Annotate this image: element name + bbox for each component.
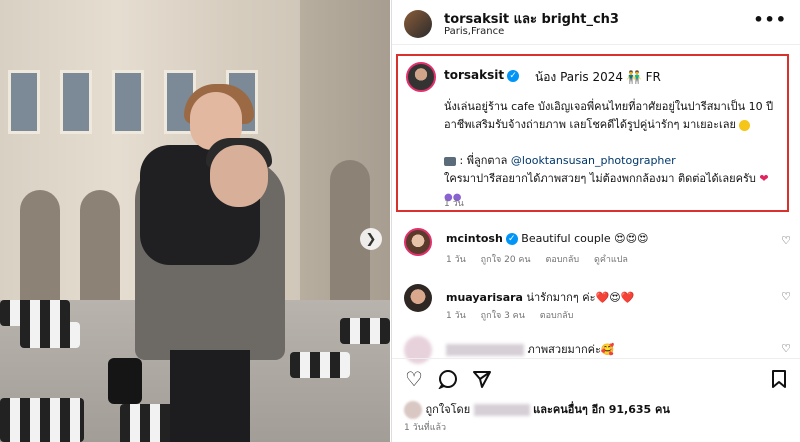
caption-line: อาชีพเสริมรับจ้างถ่ายภาพ เลยโชคดีได้รูปค… (444, 118, 736, 131)
instagram-post-view: ❯ torsaksit และ bright_ch3 Paris,France … (0, 0, 800, 442)
caption-credit: : พี่ลูกตาล @looktansusan_photographer (444, 152, 779, 170)
caption-body: นั่งเล่นอยู่ร้าน cafe บังเอิญเจอพี่คนไทย… (444, 98, 779, 207)
comment-item: mcintosh ✓ Beautiful couple 😍😍😍 1 วัน ถูก… (392, 228, 800, 288)
grinning-emoji-icon (739, 119, 751, 131)
comment-time: 1 วัน (446, 255, 466, 265)
comment-time: 1 วัน (446, 311, 466, 321)
heart-emoji-icon: ❤ (759, 172, 769, 185)
caption-username[interactable]: torsaksit (444, 68, 504, 82)
comment-likes[interactable]: ถูกใจ 3 คน (481, 311, 525, 321)
caption-emoji-row: ●● (444, 188, 779, 207)
arch (20, 190, 60, 300)
caption-author-avatar[interactable] (406, 62, 436, 92)
comment-meta: 1 วัน ถูกใจ 20 คน ตอบกลับ ดูคำแปล (446, 252, 640, 266)
striped-column (20, 322, 80, 348)
send-icon[interactable] (470, 367, 494, 391)
action-bar: ♡ (392, 358, 800, 399)
commenter-username[interactable]: muayarisara (446, 291, 523, 304)
author-avatar[interactable] (404, 10, 432, 38)
likes-suffix: และคนอื่นๆ อีก 91,635 คน (533, 403, 670, 416)
man-face (210, 145, 268, 207)
comment-text-line: ภาพสวยมากค่ะ🥰 (446, 340, 615, 358)
comment-svg (438, 370, 457, 389)
woman-boot (108, 358, 142, 404)
camera-icon (444, 156, 456, 166)
comment-likes[interactable]: ถูกใจ 20 คน (481, 255, 531, 265)
caption-time: 1 วัน (444, 199, 464, 209)
striped-column (0, 398, 84, 442)
commenter-avatar[interactable] (404, 228, 432, 256)
man-legs (170, 350, 250, 442)
window (8, 70, 40, 134)
comment-text-line: mcintosh ✓ Beautiful couple 😍😍😍 (446, 232, 649, 245)
post-photo[interactable]: ❯ (0, 0, 390, 442)
arch (80, 190, 120, 300)
verified-badge-icon: ✓ (505, 233, 518, 245)
window (112, 70, 144, 134)
commenter-avatar[interactable] (404, 284, 432, 312)
post-time-ago: 1 วันที่แล้ว (404, 423, 447, 433)
comment-text: น่ารักมากๆ ค่ะ❤️😍❤️ (526, 291, 635, 304)
reply-button[interactable]: ตอบกลับ (540, 311, 574, 321)
comment-meta: 1 วัน ถูกใจ 3 คน ตอบกลับ (446, 308, 585, 322)
photographer-mention-link[interactable]: @looktansusan_photographer (511, 154, 676, 167)
striped-column (340, 318, 390, 344)
caption-author[interactable]: torsaksit ✓ (444, 68, 520, 82)
commenter-username[interactable]: mcintosh (446, 232, 503, 245)
caption-line-with-emoji: อาชีพเสริมรับจ้างถ่ายภาพ เลยโชคดีได้รูปค… (444, 116, 779, 134)
comment-heart-icon[interactable]: ♡ (781, 342, 791, 355)
more-horizontal-icon[interactable]: ••• (753, 10, 787, 29)
send-svg (473, 371, 491, 388)
post-location[interactable]: Paris,France (444, 26, 504, 37)
likes-summary[interactable]: ถูกใจโดย และคนอื่นๆ อีก 91,635 คน (404, 400, 670, 419)
caption-credit-label: : พี่ลูกตาล (459, 154, 508, 167)
heart-icon[interactable]: ♡ (402, 367, 426, 391)
caption-line-with-heart: ใครมาปารีสอยากได้ภาพสวยๆ ไม่ต้องพกกล้องม… (444, 170, 779, 188)
comment-icon[interactable] (436, 367, 460, 391)
reply-button[interactable]: ตอบกลับ (545, 255, 579, 265)
bookmark-svg (772, 370, 786, 388)
window (60, 70, 92, 134)
post-header: torsaksit และ bright_ch3 Paris,France ••… (392, 0, 800, 45)
translate-button[interactable]: ดูคำแปล (594, 255, 628, 265)
caption-highlight-box: torsaksit ✓ น้อง Paris 2024 👬 FR นั่งเล่น… (396, 54, 789, 212)
comment-text-line: muayarisara น่ารักมากๆ ค่ะ❤️😍❤️ (446, 288, 634, 306)
striped-column (290, 352, 350, 378)
comment-heart-icon[interactable]: ♡ (781, 290, 791, 303)
liker-avatar-blurred (404, 401, 422, 419)
caption-tag-line: น้อง Paris 2024 👬 FR (535, 70, 661, 84)
caption-line: นั่งเล่นอยู่ร้าน cafe บังเอิญเจอพี่คนไทย… (444, 100, 774, 113)
comment-text: ภาพสวยมากค่ะ🥰 (527, 343, 615, 356)
blurred-username (446, 344, 524, 356)
chevron-right-icon[interactable]: ❯ (360, 228, 382, 250)
post-details-panel: torsaksit และ bright_ch3 Paris,France ••… (391, 0, 800, 442)
verified-badge-icon: ✓ (507, 69, 520, 82)
bookmark-icon[interactable] (767, 367, 791, 391)
comment-text: Beautiful couple 😍😍😍 (521, 232, 649, 245)
comment-heart-icon[interactable]: ♡ (781, 234, 791, 247)
caption-line: ใครมาปารีสอยากได้ภาพสวยๆ ไม่ต้องพกกล้องม… (444, 172, 756, 185)
blurred-liker-name (473, 404, 530, 416)
comment-item: muayarisara น่ารักมากๆ ค่ะ❤️😍❤️ 1 วัน ถู… (392, 284, 800, 344)
likes-prefix: ถูกใจโดย (425, 403, 471, 416)
